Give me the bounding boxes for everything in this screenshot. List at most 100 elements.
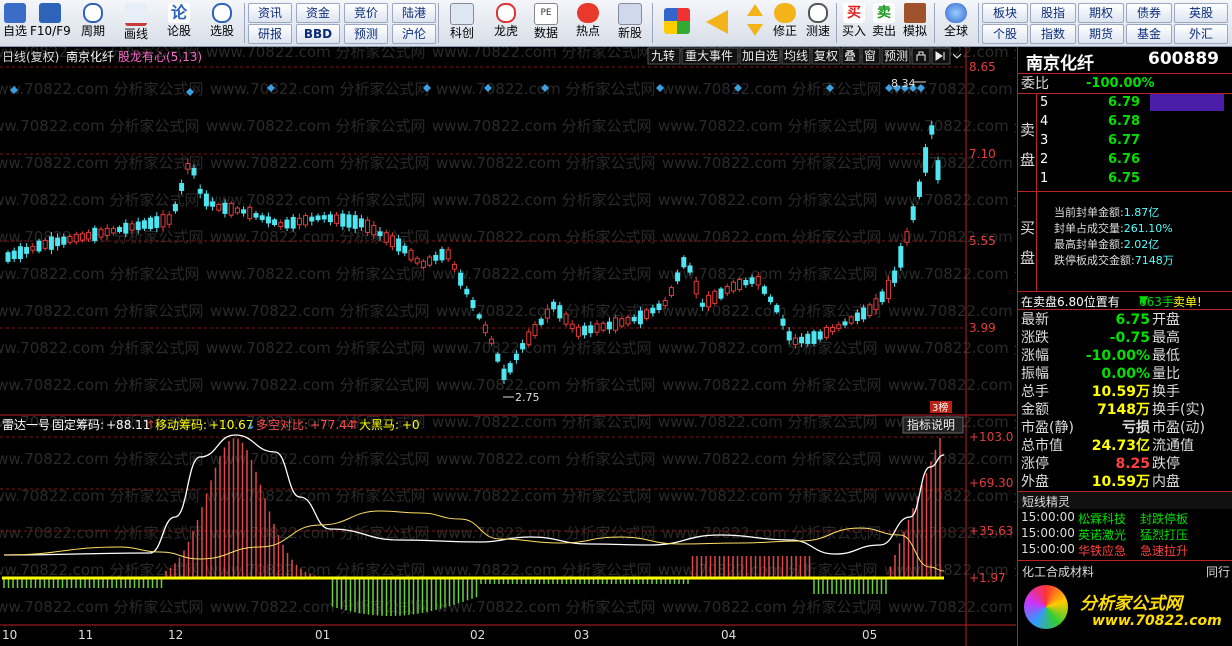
period-label: 日线(复权) <box>2 50 59 64</box>
sell-level-row[interactable]: 2 6.76 <box>1018 151 1232 169</box>
window-button[interactable]: 窗 <box>864 49 876 63</box>
candle-body <box>724 286 730 294</box>
candle-body <box>241 209 247 214</box>
major-events-button[interactable]: 重大事件 <box>685 49 733 63</box>
month-label: 11 <box>78 628 93 642</box>
candle-body <box>681 257 687 268</box>
sell-button[interactable]: 卖 卖出 <box>870 2 898 44</box>
forecast-button[interactable]: 预测 <box>344 24 388 44</box>
watermark-text: www.70822.com 分析家公式网 <box>206 265 426 283</box>
discuss-stock-button[interactable]: 论 论股 <box>160 2 198 44</box>
candle-body <box>799 336 805 344</box>
forex-button[interactable]: 外汇 <box>1174 24 1228 44</box>
funds-button[interactable]: 基金 <box>1126 24 1172 44</box>
overlay-button[interactable]: 叠 <box>844 49 856 63</box>
short-term-title[interactable]: 短线精灵 <box>1022 493 1070 510</box>
candle-body <box>526 331 532 345</box>
candle-body <box>867 304 873 317</box>
candle-body <box>48 236 54 250</box>
shanghai-london-button[interactable]: 沪伦 <box>392 24 436 44</box>
candle-body <box>693 280 699 295</box>
peer-tab[interactable]: 同行 <box>1206 563 1230 580</box>
index-futures-button[interactable]: 股指 <box>1030 3 1076 23</box>
candle-body <box>464 288 470 295</box>
bbd-button[interactable]: BBD <box>296 24 340 44</box>
indicator-title: 雷达一号 <box>2 418 50 432</box>
candle-body <box>743 279 749 286</box>
indicator-help-button[interactable]: 指标说明 <box>907 417 955 432</box>
candle-body <box>420 260 426 268</box>
quote-field-row: 总手 10.59万 换手 <box>1021 384 1180 400</box>
favorites-button[interactable]: 自选 <box>0 2 30 44</box>
stock-picker-button[interactable]: 选股 <box>202 2 242 44</box>
candle-body <box>135 221 141 230</box>
kline-chart[interactable]: www.70822.com 分析家公式网 www.70822.com 分析家公式网… <box>0 47 1016 646</box>
simulate-button[interactable]: 模拟 <box>900 2 930 44</box>
bonds-button[interactable]: 债券 <box>1126 3 1172 23</box>
dark-horse-value: +0 <box>402 418 420 432</box>
sell-level-row[interactable]: 4 6.78 <box>1018 113 1232 131</box>
period-button[interactable]: 周期 <box>74 2 112 44</box>
watermark-text: www.70822.com 分析家公式网 <box>432 561 652 579</box>
speed-test-button[interactable]: 测速 <box>802 2 834 44</box>
layout-button[interactable] <box>660 2 694 44</box>
data-button[interactable]: PE 数据 <box>528 2 564 44</box>
dragon-icon <box>496 3 516 23</box>
global-button[interactable]: 全球 <box>938 2 974 44</box>
candle-body <box>303 215 309 226</box>
capital-button[interactable]: 资金 <box>296 3 340 23</box>
adjust-button[interactable]: 复权 <box>814 49 838 63</box>
buy-button[interactable]: 买 买入 <box>840 2 868 44</box>
auction-button[interactable]: 竞价 <box>344 3 388 23</box>
ma-button[interactable]: 均线 <box>784 49 808 63</box>
predict-button[interactable]: 预测 <box>884 49 908 63</box>
candle-body <box>458 272 464 286</box>
watermark-text: www.70822.com 分析家公式网 <box>0 376 204 394</box>
candle-body <box>79 233 85 241</box>
candle-body <box>668 287 674 297</box>
watermark-text: www.70822.com 分析家公式网 <box>884 339 1016 357</box>
long-short-value: +77.44 <box>310 418 354 432</box>
correct-button[interactable]: 修正 <box>770 2 800 44</box>
draw-line-button[interactable]: 画线 <box>116 2 156 44</box>
candle-body <box>687 265 693 273</box>
news-button[interactable]: 资讯 <box>248 3 292 23</box>
f10-button[interactable]: F10/F9 <box>30 2 71 44</box>
watermark-text: www.70822.com 分析家公式网 <box>0 339 200 357</box>
uk-stocks-button[interactable]: 英股 <box>1174 3 1228 23</box>
gauge-icon <box>212 3 232 23</box>
candle-body <box>427 256 433 266</box>
sell-order-status: 在卖盘6.80位置有 ▼ 663手 卖单! <box>1021 293 1202 309</box>
indexes-button[interactable]: 指数 <box>1030 24 1076 44</box>
sector-name[interactable]: 化工合成材料 <box>1022 563 1094 580</box>
up-down-button[interactable] <box>742 2 768 44</box>
options-button[interactable]: 期权 <box>1078 3 1124 23</box>
new-stock-button[interactable]: 新股 <box>612 2 648 44</box>
sell-level-row[interactable]: 3 6.77 <box>1018 132 1232 150</box>
research-button[interactable]: 研报 <box>248 24 292 44</box>
candle-body <box>73 233 79 243</box>
back-button[interactable] <box>700 2 734 44</box>
add-favorite-button[interactable]: 加自选 <box>742 49 778 63</box>
futures-button[interactable]: 期货 <box>1078 24 1124 44</box>
dragon-tiger-button[interactable]: 龙虎 <box>486 2 526 44</box>
chart-area[interactable]: www.70822.com 分析家公式网 www.70822.com 分析家公式网… <box>0 47 1016 646</box>
candle-body <box>916 181 922 198</box>
candle-body <box>606 321 612 330</box>
star-market-button[interactable]: 科创 <box>442 2 482 44</box>
candle-body <box>706 294 712 308</box>
candle-body <box>830 326 836 333</box>
candle-body <box>309 216 315 222</box>
candle-body <box>210 201 216 207</box>
watermark-text: www.70822.com 分析家公式网 <box>658 561 878 579</box>
candle-body <box>414 257 420 264</box>
sector-button[interactable]: 板块 <box>982 3 1028 23</box>
sell-level-row[interactable]: 1 6.75 <box>1018 170 1232 188</box>
candle-body <box>631 316 637 322</box>
stocks-button[interactable]: 个股 <box>982 24 1028 44</box>
quote-field-row: 市盈(静) 亏损 市盈(动) <box>1021 420 1205 436</box>
hotspot-button[interactable]: 热点 <box>570 2 606 44</box>
nine-turn-button[interactable]: 九转 <box>651 48 675 63</box>
month-label: 03 <box>574 628 589 642</box>
hk-connect-button[interactable]: 陆港 <box>392 3 436 23</box>
